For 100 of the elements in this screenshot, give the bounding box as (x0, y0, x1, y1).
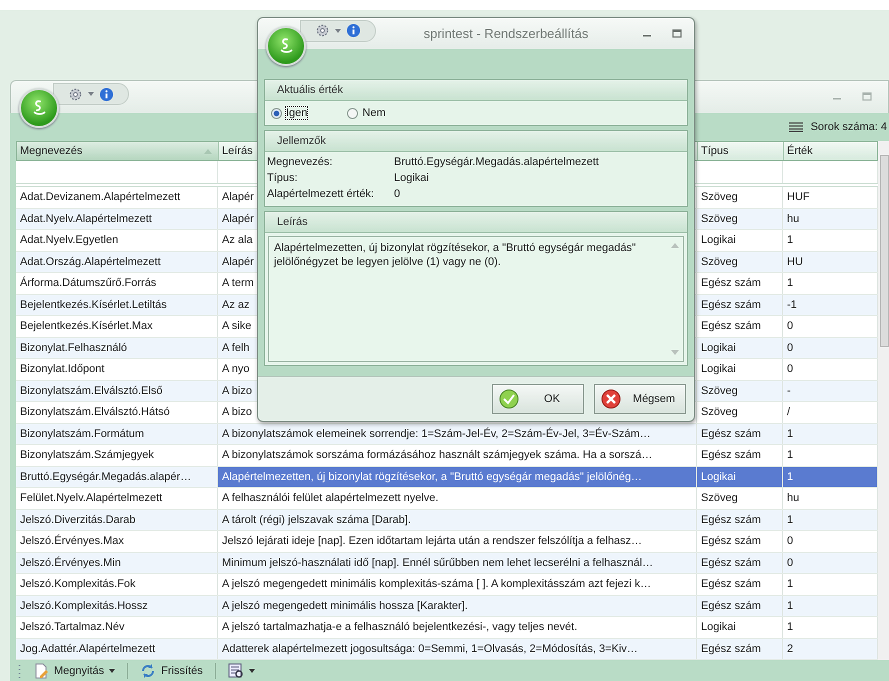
table-cell: Bejelentkezés.Kísérlet.Max (16, 316, 218, 336)
table-cell: - (783, 380, 878, 401)
table-cell: Jelszó.Diverzitás.Darab (16, 510, 218, 530)
table-cell: Bizonylatszám.Elválsztó.Első (16, 380, 218, 401)
table-cell: A jelszó megengedett minimális komplexitás-száma [ ]. A komplexitásszám azt fejezi k… (218, 574, 697, 594)
table-cell: Árforma.Dátumszűrő.Forrás (16, 273, 218, 294)
group-header: Aktuális érték (265, 80, 687, 101)
property-label: Megnevezés: (267, 156, 334, 168)
table-cell: Jelszó.Érvényes.Max (16, 531, 218, 552)
table-cell: Szöveg (697, 488, 783, 508)
radio-button[interactable]: Nem (347, 107, 386, 119)
table-cell: Jelszó.Érvényes.Min (16, 552, 218, 573)
table-cell: Egész szám (697, 638, 783, 659)
caret-icon[interactable] (335, 28, 341, 32)
caret-icon[interactable] (88, 92, 94, 96)
table-cell: Bizonylat.Időpont (16, 359, 218, 380)
table-cell: Szöveg (697, 380, 783, 401)
scroll-up-icon[interactable] (671, 243, 679, 248)
property-value: Bruttó.Egységár.Megadás.alapértelmezett (394, 156, 600, 168)
table-cell: Egész szám (697, 574, 783, 594)
table-cell: Jelszó.Komplexitás.Hossz (16, 596, 218, 616)
table-cell: Alapértelmezetten, új bizonylat rögzítésekor, a "Bruttó egységár megadás" jelölőnég… (218, 466, 697, 487)
table-cell: Jelszó.Tartalmaz.Név (16, 617, 218, 638)
gear-icon[interactable] (315, 23, 330, 38)
open-button[interactable]: Megnyitás (29, 660, 120, 680)
table-cell: A bizonylatszámok sorszáma formázásához használt számjegyek száma. Ha a sorszá… (218, 445, 697, 466)
table-cell: Adat.Nyelv.Egyetlen (16, 230, 218, 250)
sort-arrow-icon (204, 148, 212, 154)
property-label: Alapértelmezett érték: (267, 188, 375, 200)
refresh-icon (140, 662, 156, 678)
table-cell: Logikai (697, 338, 783, 358)
table-cell: 1 (783, 510, 878, 530)
table-cell: -1 (783, 294, 878, 315)
description-field[interactable]: Alapértelmezetten, új bizonylat rögzítésekor, a "Bruttó egységár megadás" jelölőnégyzet be legyen jelölve (1) vagy ne (0). (268, 236, 684, 362)
list-icon (788, 122, 803, 132)
table-cell: HU (783, 252, 878, 272)
table-cell: Egész szám (697, 552, 783, 573)
table-cell: Bizonylatszám.Formátum (16, 424, 218, 444)
ok-button[interactable]: OK (492, 384, 584, 414)
table-cell: Szöveg (697, 402, 783, 422)
maximize-icon[interactable] (672, 28, 682, 38)
table-cell: Logikai (697, 230, 783, 250)
table-cell: Egész szám (697, 316, 783, 336)
table-cell: A jelszó megengedett minimális hossza [Karakter]. (218, 596, 697, 616)
cancel-icon (601, 389, 621, 409)
table-cell: Szöveg (697, 187, 783, 208)
table-cell: Egész szám (697, 531, 783, 552)
table-cell: Egész szám (697, 596, 783, 616)
table-cell: Jelszó.Komplexitás.Fok (16, 574, 218, 594)
table-cell: hu (783, 208, 878, 229)
table-cell: Jog.Adattér.Alapértelmezett (16, 638, 218, 659)
table-cell: Adatterek alapértelmezett jogosultsága: 0=Semmi, 1=Olvasás, 2=Módosítás, 3=Kiv… (218, 638, 697, 659)
table-cell: Adat.Ország.Alapértelmezett (16, 252, 218, 272)
table-cell: A bizonylatszámok elemeinek sorrendje: 1=Szám-Jel-Év, 2=Szám-Év-Jel, 3=Év-Szám… (218, 424, 697, 444)
column-header[interactable]: Típus (698, 142, 784, 160)
property-value: Logikai (394, 172, 430, 184)
cancel-button[interactable]: Mégsem (594, 384, 686, 414)
row-count-label: Sorok száma: 4 (810, 121, 887, 133)
table-cell: Logikai (697, 617, 783, 638)
table-cell: Bruttó.Egységár.Megadás.alapér… (16, 466, 218, 487)
maximize-icon[interactable] (862, 92, 872, 102)
table-cell: Adat.Nyelv.Alapértelmezett (16, 208, 218, 229)
table-cell: Egész szám (697, 294, 783, 315)
table-cell: Bizonylat.Felhasználó (16, 338, 218, 358)
table-cell: 1 (783, 424, 878, 444)
table-cell: Bejelentkezés.Kísérlet.Letiltás (16, 294, 218, 315)
refresh-button[interactable]: Frissítés (136, 660, 207, 680)
table-cell: Logikai (697, 359, 783, 380)
window-title: sprintest - Rendszerbeállítás (422, 26, 590, 41)
table-cell: 0 (783, 338, 878, 358)
column-header[interactable]: Megnevezés (17, 142, 219, 160)
table-cell: Egész szám (697, 424, 783, 444)
document-icon (33, 662, 49, 678)
radio-button[interactable]: Igen (271, 107, 308, 119)
gear-icon[interactable] (68, 86, 83, 102)
table-cell: 1 (783, 466, 878, 487)
scrollbar[interactable] (878, 141, 889, 660)
group-header: Jellemzők (265, 131, 687, 152)
scroll-down-icon[interactable] (671, 350, 679, 355)
table-cell: Egész szám (697, 445, 783, 466)
table-cell: Szöveg (697, 252, 783, 272)
property-value: 0 (394, 188, 402, 200)
table-cell: Logikai (697, 466, 783, 487)
table-cell: Bizonylatszám.Elválsztó.Hátsó (16, 402, 218, 422)
table-cell: 2 (783, 638, 878, 659)
table-cell: A jelszó tartalmazhatja-e a felhasználó bejelentkezési-, vagy teljes nevét. (218, 617, 697, 638)
table-cell: 1 (783, 596, 878, 616)
info-icon[interactable] (346, 23, 361, 38)
table-cell: Jelszó lejárati ideje [nap]. Ezen időtartam lejárta után a rendszer felszólítja a felhasz… (218, 531, 697, 552)
document-search-icon (228, 662, 244, 678)
table-cell: Minimum jelszó-használati idő [nap]. Ennél sűrűbben nem lehet lecserélni a felhasznál… (218, 552, 697, 573)
group-header: Leírás (265, 212, 687, 233)
table-cell: 0 (783, 552, 878, 573)
info-icon[interactable] (99, 86, 114, 102)
table-cell: A felhasználói felület alapértelmezett nyelve. (218, 488, 697, 508)
table-cell: Egész szám (697, 273, 783, 294)
table-cell: Felület.Nyelv.Alapértelmezett (16, 488, 218, 508)
table-cell: Szöveg (697, 208, 783, 229)
caret-icon (248, 668, 255, 672)
property-label: Típus: (267, 172, 299, 184)
